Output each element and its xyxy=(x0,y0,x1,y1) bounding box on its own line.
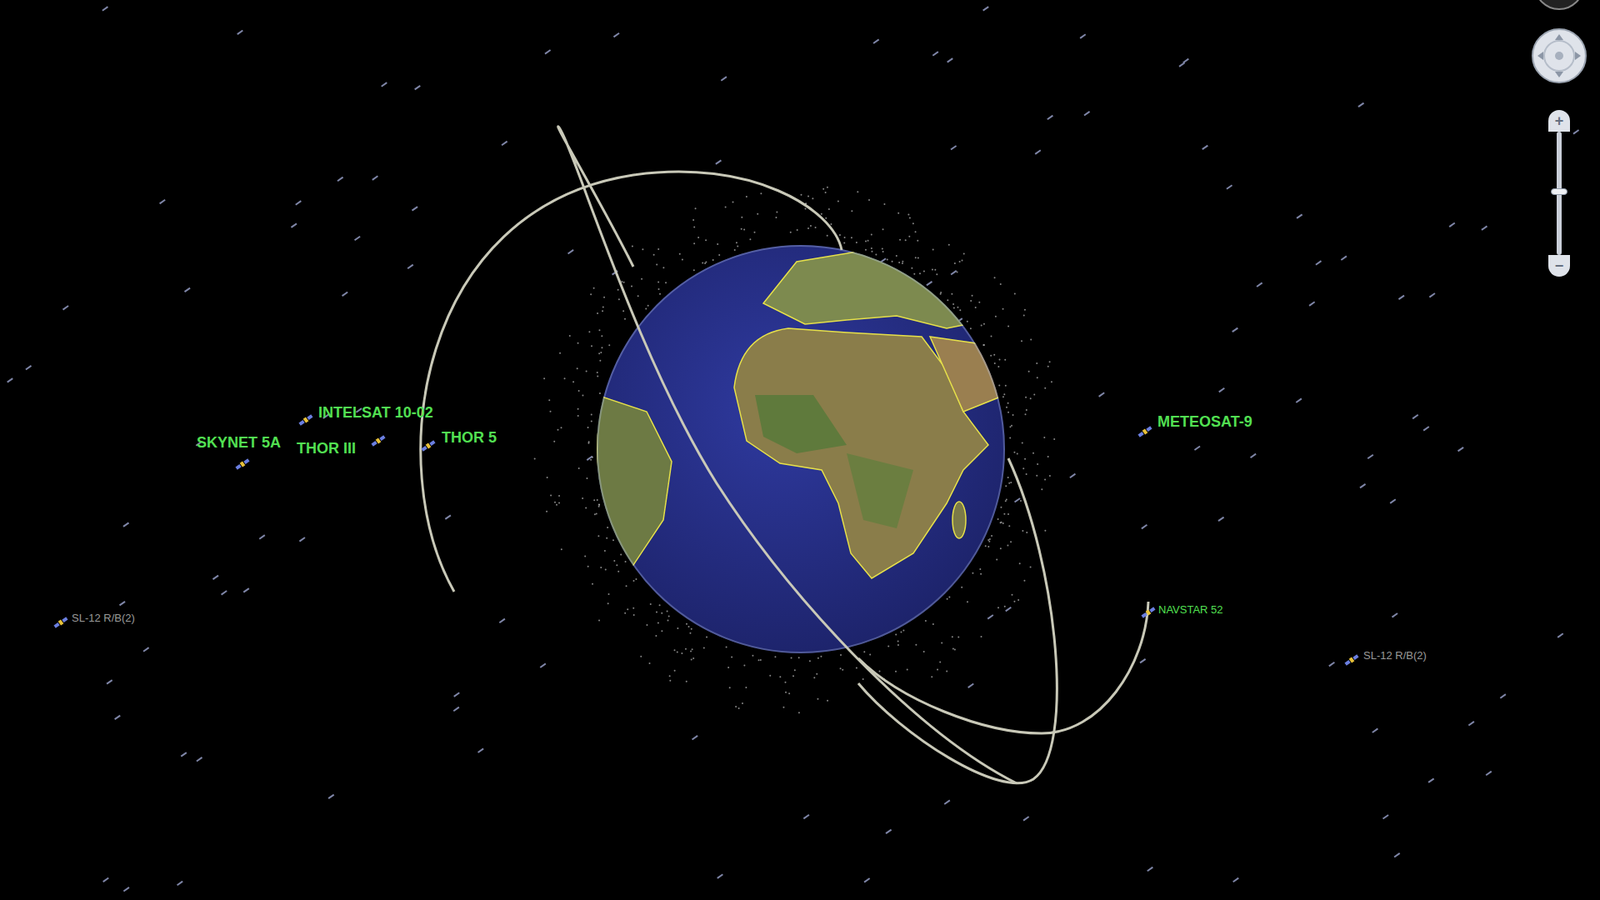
satellite-label[interactable]: THOR III xyxy=(296,439,356,459)
compass-ring[interactable] xyxy=(1534,0,1585,10)
satellite-icon[interactable] xyxy=(420,437,437,455)
zoom-thumb[interactable] xyxy=(1550,188,1568,195)
satellite-icon[interactable] xyxy=(234,455,251,473)
satellite-label[interactable]: THOR 5 xyxy=(441,428,497,448)
satellite-icon[interactable] xyxy=(297,411,315,429)
satellite-label[interactable]: NAVSTAR 52 xyxy=(1158,603,1224,617)
satellite-icon[interactable] xyxy=(370,432,387,450)
satellite-label[interactable]: SKYNET 5A xyxy=(196,433,281,453)
satellite-label[interactable]: SL-12 R/B(2) xyxy=(1363,649,1427,663)
navigation-control[interactable] xyxy=(1530,27,1588,85)
zoom-in-button[interactable]: + xyxy=(1548,110,1570,132)
globe[interactable] xyxy=(596,245,1005,654)
satellite-label[interactable]: INTELSAT 10-02 xyxy=(318,403,434,423)
satellite-icon[interactable] xyxy=(1136,423,1154,440)
satellite-icon[interactable] xyxy=(1343,651,1360,669)
zoom-out-button[interactable]: − xyxy=(1548,255,1570,277)
satellite-viewer: INTELSAT 10-02 SKYNET 5A THOR III THOR 5 MET… xyxy=(0,0,1600,900)
satellite-icon[interactable] xyxy=(1140,604,1157,621)
zoom-slider[interactable]: +− xyxy=(1548,110,1570,277)
satellite-label[interactable]: METEOSAT-9 xyxy=(1157,412,1253,432)
satellite-label[interactable]: SL-12 R/B(2) xyxy=(71,611,135,625)
satellite-icon[interactable] xyxy=(52,614,70,631)
